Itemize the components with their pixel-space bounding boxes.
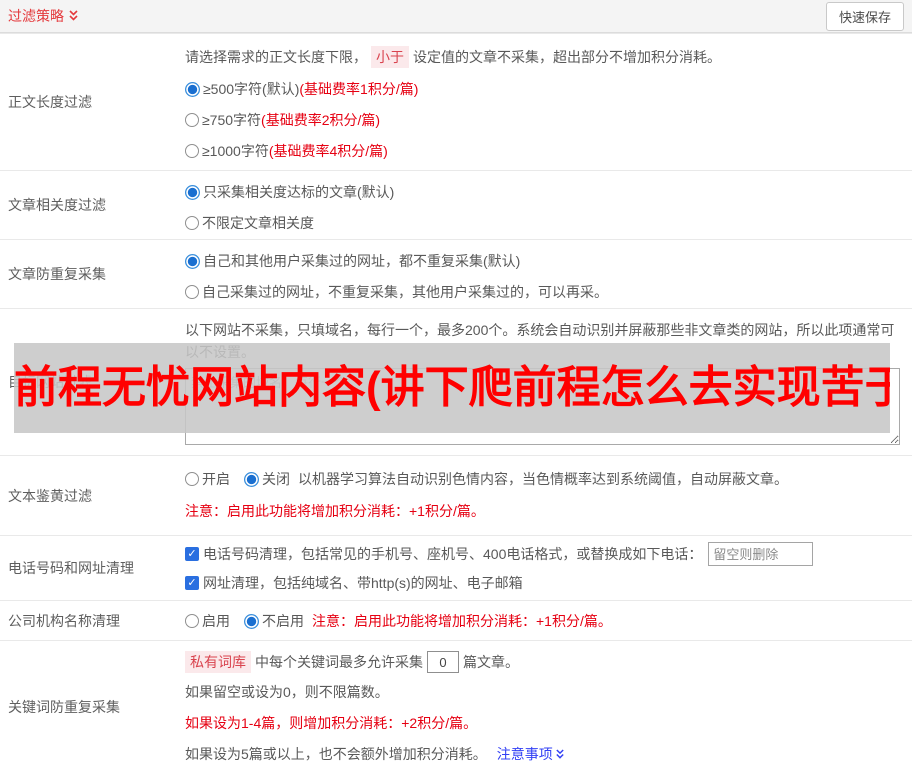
radio-label: 自己采集过的网址，不重复采集，其他用户采集过的，可以再采。 — [202, 284, 608, 300]
filter-strategy-page: 过滤策略 快速保存 正文长度过滤 请选择需求的正文长度下限， 小于 设定值的文章… — [0, 0, 912, 768]
checkbox-label: 电话号码清理，包括常见的手机号、座机号、400电话格式，或替换成如下电话： — [203, 546, 703, 562]
radio-label: ≥1000字符 — [202, 143, 269, 159]
intro-prefix: 请选择需求的正文长度下限， — [185, 49, 367, 65]
less-than-tag: 小于 — [371, 46, 409, 68]
url-cleanup-option: ✓ 网址清理，包括纯域名、带http(s)的网址、电子邮箱 — [185, 573, 902, 593]
radio-checked-icon[interactable] — [185, 184, 200, 200]
keyword-limit-suffix: 篇文章。 — [463, 654, 519, 670]
radio-option-500[interactable]: ≥500字符(默认) (基础费率1积分/篇) — [185, 79, 902, 99]
row-content: 请选择需求的正文长度下限， 小于 设定值的文章不采集，超出部分不增加积分消耗。 … — [185, 34, 912, 170]
radio-checked-icon[interactable] — [244, 471, 259, 487]
row-label-relevance: 文章相关度过滤 — [8, 197, 106, 213]
radio-unchecked-icon[interactable] — [185, 144, 199, 158]
phone-cleanup-option: ✓ 电话号码清理，包括常见的手机号、座机号、400电话格式，或替换成如下电话： — [185, 542, 902, 566]
porn-filter-cost-note: 注意：启用此功能将增加积分消耗：+1积分/篇。 — [185, 503, 485, 519]
row-label-content-length: 正文长度过滤 — [8, 94, 92, 110]
radio-unchecked-icon[interactable] — [185, 285, 199, 299]
private-lexicon-tag: 私有词库 — [185, 651, 251, 673]
radio-label: ≥500字符(默认) — [203, 81, 300, 97]
porn-filter-description: 以机器学习算法自动识别色情内容，当色情概率达到系统阈值，自动屏蔽文章。 — [298, 471, 788, 487]
cost-note: (基础费率4积分/篇) — [268, 143, 388, 159]
radio-unchecked-icon[interactable] — [185, 113, 199, 127]
porn-filter-options: 开启 关闭 以机器学习算法自动识别色情内容，当色情概率达到系统阈值，自动屏蔽文章… — [185, 469, 902, 489]
row-label-company-cleanup: 公司机构名称清理 — [8, 612, 120, 629]
row-relevance-filter: 文章相关度过滤 只采集相关度达标的文章(默认) 不限定文章相关度 — [0, 170, 912, 239]
row-company-name-cleanup: 公司机构名称清理 启用 不启用 注意：启用此功能将增加积分消耗：+1积分/篇。 — [0, 600, 912, 640]
row-content: 开启 关闭 以机器学习算法自动识别色情内容，当色情概率达到系统阈值，自动屏蔽文章… — [185, 456, 912, 535]
watermark-overlay: 前程无忧网站内容(讲下爬前程怎么去实现苦于 — [14, 343, 890, 433]
keyword-max-count-input[interactable] — [427, 651, 459, 673]
row-label-dedup: 文章防重复采集 — [8, 266, 106, 282]
radio-label-disable: 不启用 — [262, 613, 304, 629]
chevron-double-down-icon — [68, 10, 79, 22]
row-phone-url-cleanup: 电话号码和网址清理 ✓ 电话号码清理，包括常见的手机号、座机号、400电话格式，… — [0, 535, 912, 600]
radio-label: 自己和其他用户采集过的网址，都不重复采集(默认) — [203, 253, 521, 269]
keyword-limit-line: 私有词库 中每个关键词最多允许采集 篇文章。 — [185, 651, 902, 673]
content-length-intro: 请选择需求的正文长度下限， 小于 设定值的文章不采集，超出部分不增加积分消耗。 — [185, 46, 902, 68]
row-keyword-dedup: 关键词防重复采集 私有词库 中每个关键词最多允许采集 篇文章。 如果留空或设为0… — [0, 640, 912, 768]
row-dedup-collection: 文章防重复采集 自己和其他用户采集过的网址，都不重复采集(默认) 自己采集过的网… — [0, 239, 912, 308]
radio-label: ≥750字符 — [202, 112, 262, 128]
keyword-rule-1-4: 如果设为1-4篇，则增加积分消耗：+2积分/篇。 — [185, 715, 478, 731]
chevron-double-down-icon — [555, 748, 565, 760]
row-label-phone-url: 电话号码和网址清理 — [8, 560, 134, 576]
radio-unchecked-icon[interactable] — [185, 614, 199, 628]
radio-checked-icon[interactable] — [244, 613, 259, 629]
company-cleanup-cost-note: 注意：启用此功能将增加积分消耗：+1积分/篇。 — [312, 613, 612, 629]
radio-option-relevance-any[interactable]: 不限定文章相关度 — [185, 213, 902, 233]
radio-checked-icon[interactable] — [185, 253, 200, 269]
radio-label: 不限定文章相关度 — [202, 215, 314, 231]
checkbox-checked-icon[interactable]: ✓ — [185, 576, 199, 590]
radio-option-1000[interactable]: ≥1000字符 (基础费率4积分/篇) — [185, 141, 902, 161]
keyword-rule-5plus-text: 如果设为5篇或以上，也不会额外增加积分消耗。 — [185, 746, 487, 762]
keyword-rule-zero: 如果留空或设为0，则不限篇数。 — [185, 684, 389, 700]
cost-note: (基础费率2积分/篇) — [261, 112, 381, 128]
radio-option-750[interactable]: ≥750字符 (基础费率2积分/篇) — [185, 110, 902, 130]
row-label-porn-filter: 文本鉴黄过滤 — [8, 487, 92, 504]
row-content-length-filter: 正文长度过滤 请选择需求的正文长度下限， 小于 设定值的文章不采集，超出部分不增… — [0, 33, 912, 170]
checkbox-checked-icon[interactable]: ✓ — [185, 547, 199, 561]
topbar: 过滤策略 快速保存 — [0, 0, 912, 33]
row-content: 自己和其他用户采集过的网址，都不重复采集(默认) 自己采集过的网址，不重复采集，… — [185, 240, 912, 308]
company-cleanup-options: 启用 不启用 注意：启用此功能将增加积分消耗：+1积分/篇。 — [185, 611, 902, 631]
radio-label-off: 关闭 — [262, 471, 290, 487]
radio-checked-icon[interactable] — [185, 81, 200, 97]
row-content: 启用 不启用 注意：启用此功能将增加积分消耗：+1积分/篇。 — [185, 601, 912, 640]
radio-label: 只采集相关度达标的文章(默认) — [203, 184, 395, 200]
radio-unchecked-icon[interactable] — [185, 216, 199, 230]
section-title-filter-strategy[interactable]: 过滤策略 — [8, 6, 79, 26]
section-title-label: 过滤策略 — [8, 8, 64, 24]
checkbox-label: 网址清理，包括纯域名、带http(s)的网址、电子邮箱 — [203, 575, 523, 591]
cost-note: (基础费率1积分/篇) — [299, 81, 419, 97]
notes-link[interactable]: 注意事项 — [497, 744, 565, 764]
keyword-limit-text: 中每个关键词最多允许采集 — [255, 654, 423, 670]
row-label-keyword-dedup: 关键词防重复采集 — [8, 699, 120, 715]
radio-option-relevance-strict[interactable]: 只采集相关度达标的文章(默认) — [185, 182, 902, 202]
watermark-text: 前程无忧网站内容(讲下爬前程怎么去实现苦于 — [14, 363, 890, 412]
radio-option-dedup-all[interactable]: 自己和其他用户采集过的网址，都不重复采集(默认) — [185, 251, 902, 271]
keyword-rule-5plus: 如果设为5篇或以上，也不会额外增加积分消耗。 注意事项 — [185, 744, 902, 764]
replacement-phone-input[interactable] — [708, 542, 814, 566]
radio-label-enable: 启用 — [202, 613, 230, 629]
radio-label-on: 开启 — [202, 471, 230, 487]
notes-link-label: 注意事项 — [496, 746, 553, 762]
radio-option-dedup-self[interactable]: 自己采集过的网址，不重复采集，其他用户采集过的，可以再采。 — [185, 282, 902, 302]
intro-suffix: 设定值的文章不采集，超出部分不增加积分消耗。 — [413, 49, 721, 65]
row-content: 只采集相关度达标的文章(默认) 不限定文章相关度 — [185, 171, 912, 239]
row-content: 私有词库 中每个关键词最多允许采集 篇文章。 如果留空或设为0，则不限篇数。 如… — [185, 641, 912, 768]
row-porn-filter: 文本鉴黄过滤 开启 关闭 以机器学习算法自动识别色情内容，当色情概率达到系统阈值… — [0, 455, 912, 535]
row-content: ✓ 电话号码清理，包括常见的手机号、座机号、400电话格式，或替换成如下电话： … — [185, 536, 912, 600]
radio-unchecked-icon[interactable] — [185, 472, 199, 486]
quick-save-button[interactable]: 快速保存 — [825, 1, 904, 31]
